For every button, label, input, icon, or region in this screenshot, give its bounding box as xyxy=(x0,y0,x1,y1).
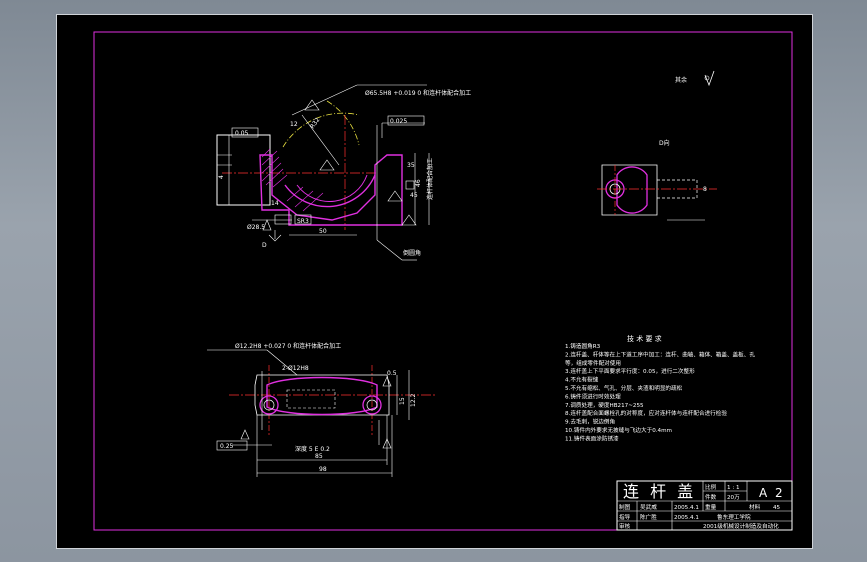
svg-text:8: 8 xyxy=(703,186,707,193)
dept: 2001级机械设计制造及自动化 xyxy=(703,522,779,530)
dim-12: 12 xyxy=(290,121,298,128)
tech-item: 9.去毛刺，锐边倒角 xyxy=(565,418,615,426)
d-direction-view: D向 8 xyxy=(597,139,717,221)
radius-label: R32 xyxy=(309,116,322,130)
weight-label: 重量 xyxy=(705,503,717,511)
dim-15: 15 xyxy=(399,397,406,405)
tol-callout: Ø65.5H8 +0.019 0 和连杆体配合加工 xyxy=(365,89,471,97)
tech-item: 4.不允有裂缝 xyxy=(565,376,599,384)
drawing-frame xyxy=(93,31,793,531)
roughness-symbol-icon xyxy=(704,70,715,87)
checked-date: 2005.4.1 xyxy=(674,515,699,521)
tech-item: 5.不允有缩松、气孔、分层、夹渣和明显的疏松 xyxy=(565,384,683,392)
datum-triangle-icon xyxy=(401,214,417,226)
ratio-value: 1 : 1 xyxy=(727,485,740,491)
leader-note: 倒圆角 xyxy=(403,249,421,257)
dim-14: 14 xyxy=(271,200,279,207)
ratio-label: 比例 xyxy=(705,483,717,491)
tech-item: 2.连杆盖、杆体等在上下道工序中加工：连杆、曲轴、箱体、箱盖、盖板、孔 xyxy=(565,350,755,358)
tech-item: 3.连杆盖上下平面要求平行度：0.05，进行二次整形 xyxy=(565,367,695,375)
tech-item: 等，组成零件配对使用 xyxy=(565,359,621,367)
dim-98: 98 xyxy=(319,466,327,473)
tech-item: 1.铸造圆角R3 xyxy=(565,342,601,350)
part-name: 连 杆 盖 xyxy=(623,482,696,501)
drawn-label: 制图 xyxy=(619,503,631,511)
review-label: 审核 xyxy=(619,522,631,530)
tech-item: 7.调质处理，硬度HB217~255 xyxy=(565,401,644,409)
cad-drawing: 其余 Ø65.5H8 +0.019 0 和连杆体配合加工 0.025 0.05 … xyxy=(93,31,793,531)
dim-85: 85 xyxy=(315,453,323,460)
sheet-code: A 2 xyxy=(759,486,785,500)
qty-value: 20万 xyxy=(727,494,740,501)
title-block: 连 杆 盖 比例 1 : 1 A 2 件数 20万 重量 材料 45 制图 吴武… xyxy=(616,480,793,531)
datum-triangle-icon xyxy=(387,190,403,202)
side-tol: 0.5 xyxy=(387,370,397,377)
tech-item: 10.铸件内外要求无披缝与飞边大于0.4mm xyxy=(565,426,672,434)
flatness-value: 0.025 xyxy=(390,118,407,125)
depth-label: 深度 5 E 0.2 xyxy=(295,445,330,453)
position-value: 0.25 xyxy=(220,443,234,450)
bottom-part-outline xyxy=(266,376,378,416)
drawn-name: 吴武威 xyxy=(640,503,657,511)
material-value: 45 xyxy=(773,505,781,511)
top-main-view: Ø65.5H8 +0.019 0 和连杆体配合加工 0.025 0.05 35 … xyxy=(216,84,471,261)
perp-value: 0.05 xyxy=(235,130,249,137)
tech-item: 11.铸件表面涂防锈漆 xyxy=(565,434,619,442)
bottom-plan-view: Ø12.2H8 +0.027 0 和连杆体配合加工 2-Ø12H8 0.25 0… xyxy=(207,342,437,477)
tech-item: 6.铸件须进行时效处理 xyxy=(565,392,621,400)
hole-dims: 2-Ø12H8 xyxy=(282,365,309,372)
dim-45: 45 xyxy=(410,192,418,199)
hole-callout: Ø12.2H8 +0.027 0 和连杆体配合加工 xyxy=(235,342,341,350)
checked-name: 陈广胜 xyxy=(640,513,657,521)
dia-28: Ø28.5 xyxy=(247,224,265,231)
qty-label: 件数 xyxy=(705,493,717,501)
note-right: 连杆体配合加工 xyxy=(426,158,434,200)
dim-46: 46 xyxy=(415,179,422,187)
section-label: D xyxy=(262,242,267,249)
arrow-down-icon xyxy=(268,230,282,242)
dim-50: 50 xyxy=(319,228,327,235)
tech-title: 技 术 要 求 xyxy=(627,334,662,343)
dim-35: 35 xyxy=(407,162,415,169)
datum-triangle-icon xyxy=(240,429,250,440)
tech-list: 1.铸造圆角R32.连杆盖、杆体等在上下道工序中加工：连杆、曲轴、箱体、箱盖、盖… xyxy=(565,342,755,442)
checked-label: 指导 xyxy=(619,513,631,521)
dim-4: 4 xyxy=(218,175,225,179)
sr-label: SR3 xyxy=(297,218,309,225)
dim-12-2: 12.2 xyxy=(410,393,417,407)
drawn-date: 2005.4.1 xyxy=(674,505,699,511)
tech-requirements: 技 术 要 求 1.铸造圆角R32.连杆盖、杆体等在上下道工序中加工：连杆、曲轴… xyxy=(565,334,755,442)
view-label: D向 xyxy=(659,139,670,147)
roughness-note: 其余 xyxy=(675,76,687,84)
center-arc xyxy=(282,112,360,148)
school: 鲁东理工学院 xyxy=(717,513,751,521)
drawing-sheet: 其余 Ø65.5H8 +0.019 0 和连杆体配合加工 0.025 0.05 … xyxy=(56,14,813,549)
tech-item: 8.连杆盖配合面螺栓孔的对称度，应对连杆体与连杆配合进行检验 xyxy=(565,409,727,417)
material-label: 材料 xyxy=(749,503,761,511)
